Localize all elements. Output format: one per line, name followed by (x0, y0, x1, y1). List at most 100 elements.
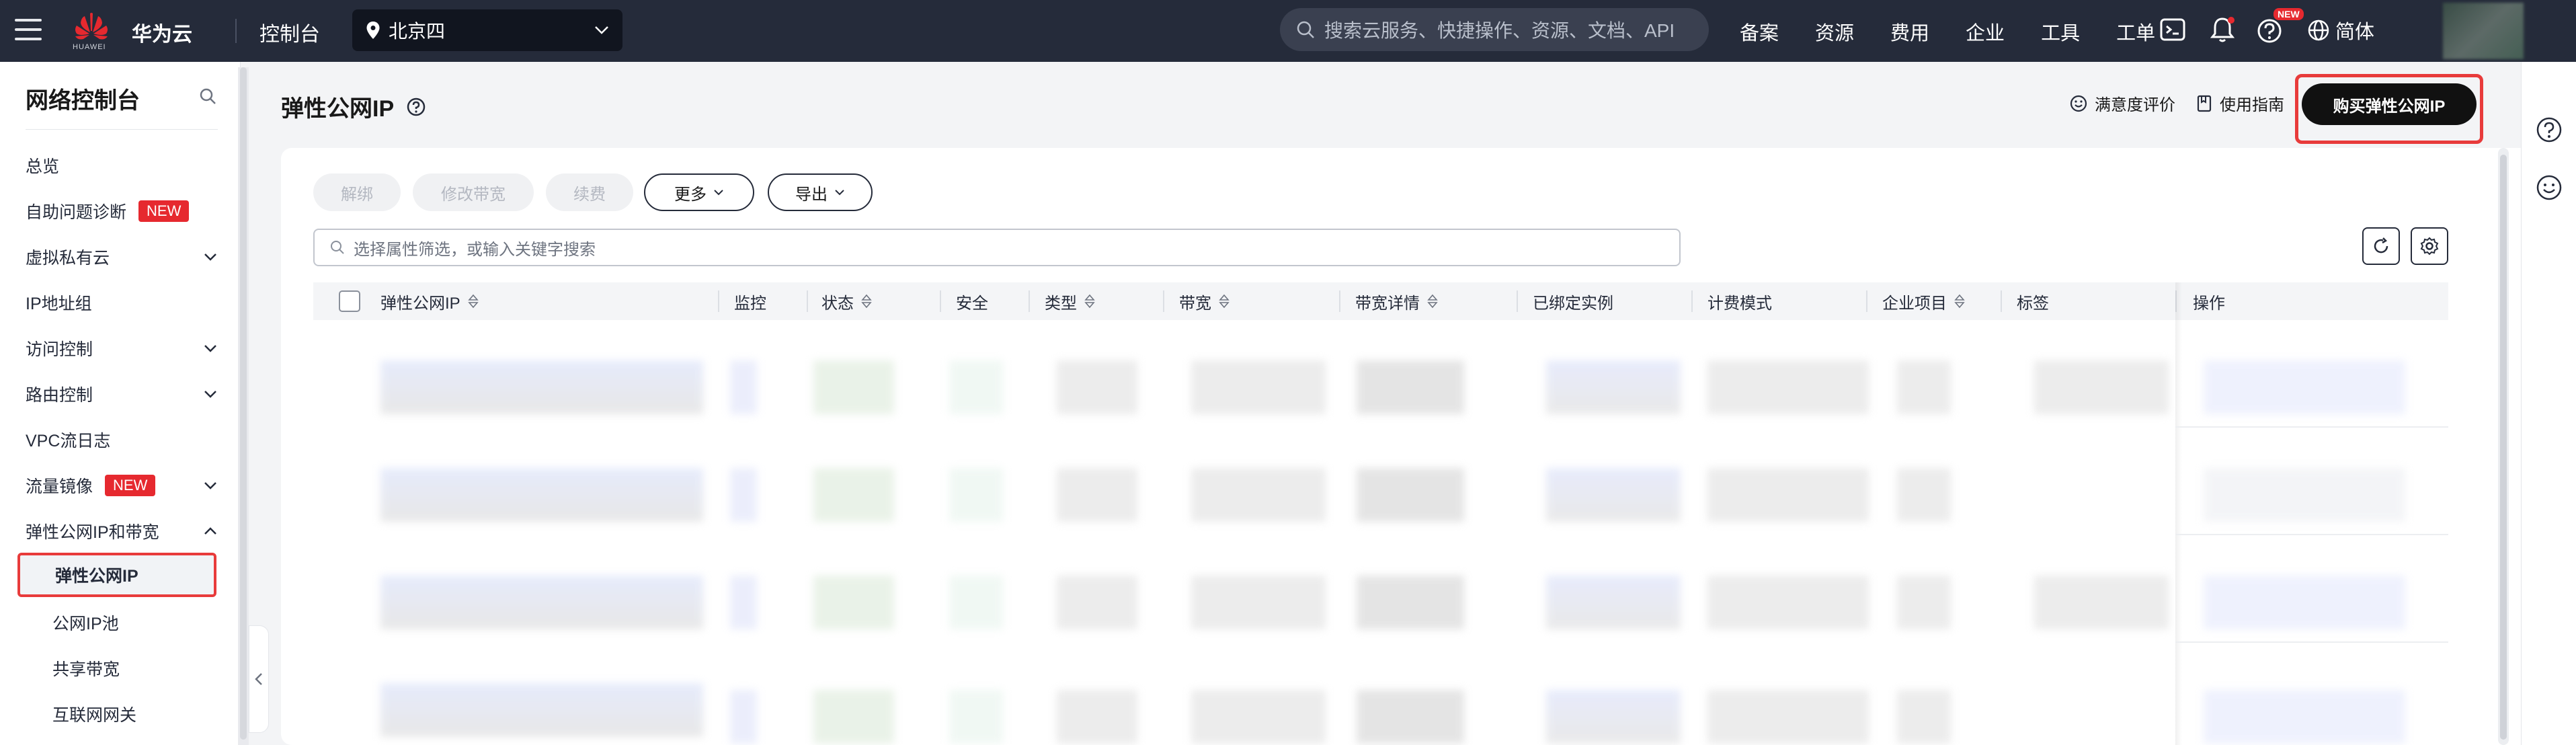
table-cell (1057, 468, 1137, 522)
new-badge: NEW (105, 475, 156, 496)
page-title-text: 弹性公网IP (281, 96, 395, 122)
col-header-bandwidth-details[interactable]: 带宽详情 (1355, 282, 1439, 320)
table-row[interactable] (380, 576, 703, 629)
sidebar-item-ip-group[interactable]: IP地址组 (26, 284, 220, 321)
col-header-eip[interactable]: 弹性公网IP (380, 282, 479, 320)
sidebar-divider (26, 129, 218, 130)
col-header-enterprise-project[interactable]: 企业项目 (1882, 282, 1966, 320)
sidebar-item-overview[interactable]: 总览 (26, 147, 220, 184)
satisfaction-rating-link[interactable]: 满意度评价 (2069, 91, 2175, 115)
help-circle-icon[interactable] (406, 97, 426, 117)
sort-icon[interactable] (1954, 294, 1966, 309)
new-badge: NEW (138, 200, 190, 222)
sidebar-item-label: 总览 (26, 157, 60, 176)
select-all-checkbox[interactable] (339, 290, 360, 312)
table-cell (2034, 576, 2169, 629)
menu-icon[interactable] (15, 19, 42, 43)
table-body-redacted (313, 320, 2448, 745)
nav-resources[interactable]: 资源 (1815, 17, 1854, 46)
region-selector[interactable]: 北京四 (352, 9, 622, 51)
col-header-monitor: 监控 (734, 282, 766, 320)
unbind-button[interactable]: 解绑 (313, 173, 401, 211)
sidebar-scrollbar[interactable] (238, 67, 249, 745)
table-cell (813, 576, 894, 629)
col-header-tags: 标签 (2017, 282, 2049, 320)
sidebar-search-icon[interactable] (199, 87, 216, 105)
nav-filing[interactable]: 备案 (1740, 17, 1779, 46)
col-header-bandwidth[interactable]: 带宽 (1179, 282, 1230, 320)
feedback-smiley-icon[interactable] (2535, 173, 2563, 202)
nav-tools[interactable]: 工具 (2041, 17, 2080, 46)
filter-search-input[interactable]: 选择属性筛选，或输入关键字搜索 (313, 229, 1681, 266)
renew-button[interactable]: 续费 (546, 173, 633, 211)
huawei-wordmark: HUAWEI (73, 43, 106, 51)
sidebar-item-route-control[interactable]: 路由控制 (26, 375, 220, 413)
chevron-down-icon (204, 345, 216, 352)
sort-icon[interactable] (860, 294, 873, 309)
sort-icon[interactable] (1426, 294, 1439, 309)
sidebar-item-eip-bandwidth[interactable]: 弹性公网IP和带宽 (26, 512, 220, 550)
sidebar-item-internet-gateway[interactable]: 互联网网关 (52, 695, 220, 733)
table-cell (1357, 690, 1464, 744)
table-row[interactable] (380, 468, 703, 522)
sidebar-item-label: 共享带宽 (52, 660, 120, 679)
row-actions[interactable] (2204, 468, 2405, 522)
sidebar-item-access-control[interactable]: 访问控制 (26, 329, 220, 367)
table-cell (1546, 360, 1681, 414)
table-cell (949, 468, 1003, 522)
search-icon (1297, 21, 1314, 38)
table-cell (1357, 468, 1464, 522)
buy-eip-button[interactable]: 购买弹性公网IP (2302, 83, 2477, 125)
nav-tickets[interactable]: 工单 (2116, 17, 2155, 46)
user-guide-link[interactable]: 使用指南 (2196, 91, 2284, 115)
row-actions[interactable] (2204, 576, 2405, 629)
sort-icon[interactable] (467, 294, 479, 309)
col-header-status[interactable]: 状态 (821, 282, 873, 320)
table-row[interactable] (380, 360, 703, 414)
scrollbar-thumb[interactable] (240, 67, 247, 740)
table-cell (813, 690, 894, 744)
col-header-bound-instance: 已绑定实例 (1533, 282, 1613, 320)
row-actions[interactable] (2204, 690, 2405, 744)
table-cell (730, 360, 757, 414)
modify-bandwidth-button[interactable]: 修改带宽 (413, 173, 534, 211)
scrollbar-thumb[interactable] (2500, 155, 2507, 740)
chevron-up-icon (204, 527, 216, 535)
sidebar-item-vpc[interactable]: 虚拟私有云 (26, 238, 220, 276)
col-header-billing-mode: 计费模式 (1707, 282, 1772, 320)
sidebar-item-eip[interactable]: 弹性公网IP (17, 553, 216, 597)
col-header-security: 安全 (956, 282, 988, 320)
sidebar-item-shared-bandwidth[interactable]: 共享带宽 (52, 650, 220, 687)
settings-button[interactable] (2411, 227, 2448, 265)
user-account-menu[interactable] (2443, 3, 2524, 59)
export-button[interactable]: 导出 (768, 173, 873, 211)
console-link[interactable]: 控制台 (259, 17, 320, 47)
main-scrollbar[interactable] (2498, 148, 2509, 745)
more-button[interactable]: 更多 (644, 173, 754, 211)
row-actions[interactable] (2204, 360, 2405, 414)
sidebar-item-traffic-mirror[interactable]: 流量镜像 NEW (26, 467, 220, 504)
sort-icon[interactable] (1084, 294, 1096, 309)
nav-billing[interactable]: 费用 (1890, 17, 1929, 46)
bell-icon[interactable] (2208, 15, 2237, 44)
language-switcher[interactable]: 简体 (2307, 16, 2374, 44)
refresh-button[interactable] (2362, 227, 2400, 265)
sidebar-item-ip-pool[interactable]: 公网IP池 (52, 604, 220, 641)
sidebar-item-diagnosis[interactable]: 自助问题诊断 NEW (26, 192, 220, 230)
table-cell (1546, 468, 1681, 522)
terminal-icon[interactable] (2158, 15, 2187, 44)
sidebar-item-label: VPC流日志 (26, 432, 111, 450)
top-nav: 备案 资源 费用 企业 工具 工单 (1740, 17, 2191, 46)
col-header-actions: 操作 (2193, 282, 2225, 320)
nav-enterprise[interactable]: 企业 (1966, 17, 2005, 46)
table-row[interactable] (380, 683, 703, 737)
col-header-type[interactable]: 类型 (1045, 282, 1096, 320)
search-icon (331, 241, 344, 254)
sidebar-item-label: IP地址组 (26, 295, 92, 313)
global-search-input[interactable]: 搜索云服务、快捷操作、资源、文档、API (1280, 8, 1709, 51)
sidebar-item-flow-logs[interactable]: VPC流日志 (26, 421, 220, 459)
brand-name[interactable]: 华为云 (132, 17, 192, 47)
help-circle-icon[interactable] (2535, 116, 2563, 144)
sort-icon[interactable] (1218, 294, 1230, 309)
sidebar-collapse-handle[interactable] (249, 625, 269, 733)
